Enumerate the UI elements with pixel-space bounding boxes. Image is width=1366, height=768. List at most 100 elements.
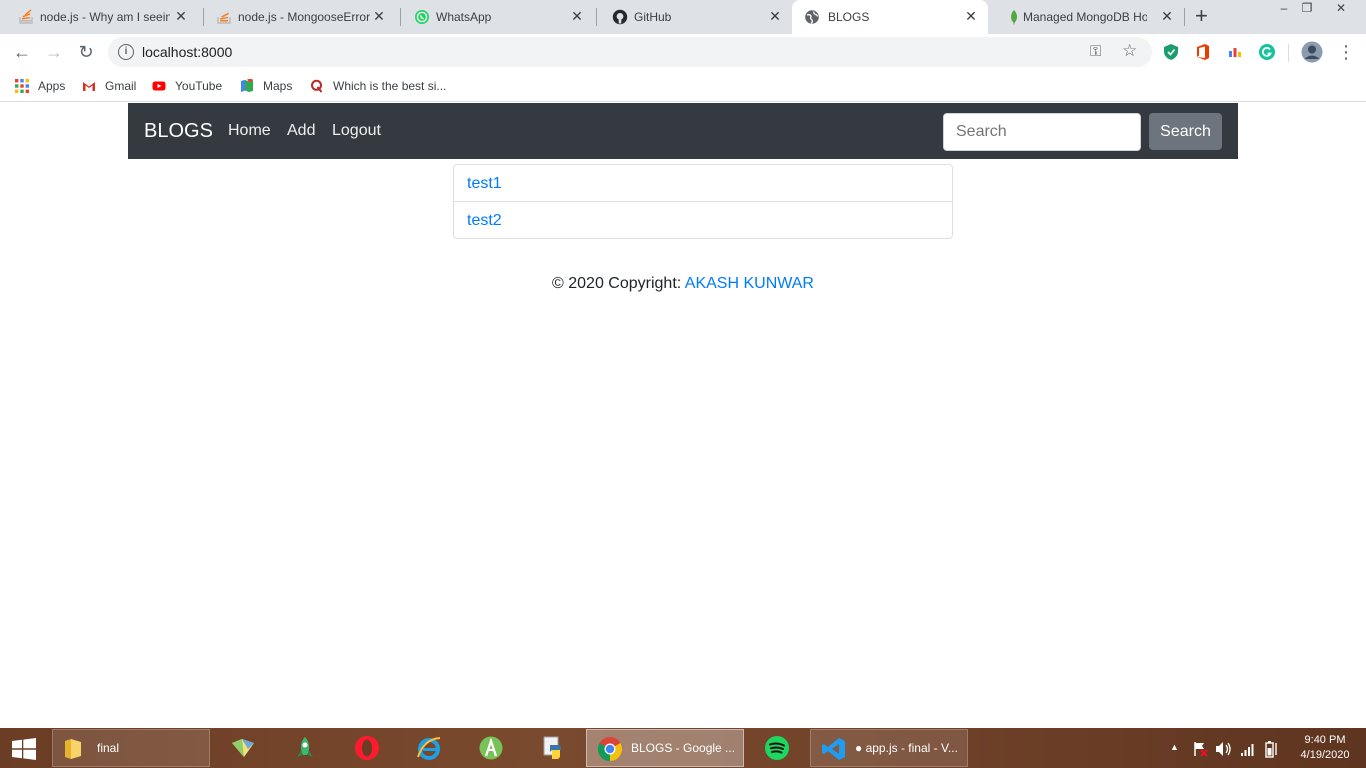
taskbar-item-opera[interactable]: [344, 729, 390, 767]
tab-close-icon[interactable]: ✕: [964, 8, 978, 24]
nav-link-add[interactable]: Add: [287, 122, 315, 140]
tab-title: Managed MongoDB Hos: [1023, 10, 1147, 24]
taskbar-item-rocket[interactable]: [282, 729, 328, 767]
analytics-extension-icon[interactable]: [1226, 43, 1244, 61]
taskbar-label: ● app.js - final - V...: [855, 741, 958, 755]
volume-icon[interactable]: [1215, 741, 1233, 757]
tab-divider: [1184, 8, 1185, 26]
browser-tab[interactable]: Managed MongoDB Hos ✕: [988, 0, 1184, 34]
navbar-brand[interactable]: BLOGS: [144, 120, 213, 143]
gmail-icon: [83, 82, 95, 91]
blog-post-link[interactable]: test2: [453, 202, 953, 239]
quora-icon: [311, 79, 323, 93]
taskbar-item-chrome[interactable]: BLOGS - Google ...: [586, 729, 744, 767]
taskbar-item-spotify[interactable]: [754, 729, 800, 767]
windows-taskbar: final BLOGS - Google ... ● app.js - fina…: [0, 728, 1366, 768]
rocket-icon: [297, 737, 313, 757]
tab-title: node.js - MongooseError: [238, 10, 371, 24]
page-footer: © 2020 Copyright: AKASH KUNWAR: [0, 275, 1366, 293]
address-bar-url[interactable]: localhost:8000: [142, 44, 232, 60]
browser-menu-icon[interactable]: ⋮: [1334, 40, 1358, 64]
bookmark-star-icon[interactable]: ☆: [1122, 41, 1137, 61]
site-info-icon[interactable]: i: [118, 44, 134, 60]
android-studio-icon: [479, 736, 503, 760]
browser-tab[interactable]: WhatsApp ✕: [396, 0, 594, 34]
nav-link-home[interactable]: Home: [228, 122, 271, 140]
reload-button[interactable]: ↻: [74, 40, 98, 64]
globe-icon: [805, 10, 819, 25]
browser-tab[interactable]: GitHub ✕: [594, 0, 792, 34]
browser-tab[interactable]: node.js - Why am I seein ✕: [0, 0, 198, 34]
close-window-button[interactable]: ✕: [1320, 0, 1362, 20]
clock-time: 9:40 PM: [1304, 734, 1346, 746]
browser-tab-strip: node.js - Why am I seein ✕ node.js - Mon…: [0, 0, 1366, 34]
forward-button[interactable]: →: [42, 40, 66, 64]
author-link[interactable]: AKASH KUNWAR: [685, 275, 814, 292]
back-button[interactable]: ←: [10, 40, 34, 64]
taskbar-clock[interactable]: 9:40 PM 4/19/2020: [1295, 733, 1355, 763]
clock-date: 4/19/2020: [1300, 749, 1350, 761]
battery-icon[interactable]: [1264, 740, 1280, 758]
maximize-button[interactable]: ❐: [1296, 0, 1318, 20]
address-bar[interactable]: i localhost:8000 ⚿ ☆: [108, 37, 1152, 67]
search-button[interactable]: Search: [1149, 113, 1222, 150]
toolbar-divider: [1288, 44, 1289, 62]
tab-close-icon[interactable]: ✕: [570, 8, 584, 24]
action-center-flag-icon[interactable]: [1192, 741, 1208, 757]
apps-grid-icon: [15, 79, 29, 93]
new-tab-button[interactable]: +: [1195, 5, 1208, 27]
taskbar-item-maps[interactable]: [220, 729, 266, 767]
maps-icon: [241, 79, 253, 92]
taskbar-item-internet-explorer[interactable]: [406, 729, 452, 767]
bookmark-maps[interactable]: Maps: [240, 77, 292, 95]
network-signal-icon[interactable]: [1240, 741, 1256, 757]
bookmark-quora[interactable]: Which is the best si...: [310, 77, 446, 95]
bookmarks-bar: Apps Gmail YouTube Maps Which is the bes…: [0, 70, 1366, 102]
bookmark-label: Apps: [38, 79, 66, 93]
taskbar-item-file-explorer[interactable]: final: [52, 729, 210, 767]
taskbar-label: final: [97, 741, 120, 755]
spotify-icon: [765, 736, 789, 760]
grammarly-extension-icon[interactable]: [1258, 43, 1276, 61]
shield-extension-icon[interactable]: [1162, 43, 1180, 61]
vscode-icon: [822, 738, 845, 760]
github-icon: [612, 9, 628, 25]
youtube-icon: [152, 81, 166, 91]
browser-toolbar: ← → ↻ i localhost:8000 ⚿ ☆ ⋮: [0, 34, 1366, 70]
key-icon[interactable]: ⚿: [1090, 43, 1101, 60]
maps-app-icon: [232, 739, 254, 757]
office-extension-icon[interactable]: [1194, 43, 1212, 61]
tab-close-icon[interactable]: ✕: [1160, 8, 1174, 24]
tab-title: BLOGS: [828, 10, 870, 24]
bookmark-label: Gmail: [105, 79, 137, 93]
bookmark-label: Maps: [263, 79, 293, 93]
taskbar-item-python[interactable]: [530, 729, 576, 767]
bookmark-apps[interactable]: Apps: [15, 77, 65, 95]
tab-close-icon[interactable]: ✕: [372, 8, 386, 24]
tab-close-icon[interactable]: ✕: [174, 8, 188, 24]
minimize-button[interactable]: –: [1272, 0, 1296, 20]
bookmark-gmail[interactable]: Gmail: [82, 77, 136, 95]
tab-close-icon[interactable]: ✕: [768, 8, 782, 24]
search-input[interactable]: [943, 113, 1141, 151]
taskbar-item-vscode[interactable]: ● app.js - final - V...: [810, 729, 968, 767]
page-viewport: BLOGS Home Add Logout Search test1 test2…: [0, 103, 1366, 728]
stackoverflow-icon: [217, 12, 231, 24]
browser-tab[interactable]: node.js - MongooseError ✕: [198, 0, 396, 34]
taskbar-item-android-studio[interactable]: [468, 729, 514, 767]
stackoverflow-icon: [19, 9, 33, 24]
internet-explorer-icon: [417, 737, 441, 760]
profile-avatar-icon[interactable]: [1301, 41, 1323, 63]
mongodb-leaf-icon: [1011, 10, 1017, 25]
chrome-icon: [597, 737, 623, 761]
bookmark-youtube[interactable]: YouTube: [152, 77, 222, 95]
site-navbar: BLOGS Home Add Logout Search: [128, 103, 1238, 159]
opera-icon: [355, 736, 379, 760]
windows-start-icon[interactable]: [10, 738, 38, 760]
browser-tab-active[interactable]: BLOGS ✕: [792, 0, 988, 34]
tray-overflow-chevron-icon[interactable]: ▲: [1170, 742, 1179, 752]
nav-link-logout[interactable]: Logout: [332, 122, 381, 140]
blog-post-list: test1 test2: [453, 164, 953, 239]
blog-post-link[interactable]: test1: [453, 164, 953, 202]
folder-icon: [65, 739, 81, 759]
